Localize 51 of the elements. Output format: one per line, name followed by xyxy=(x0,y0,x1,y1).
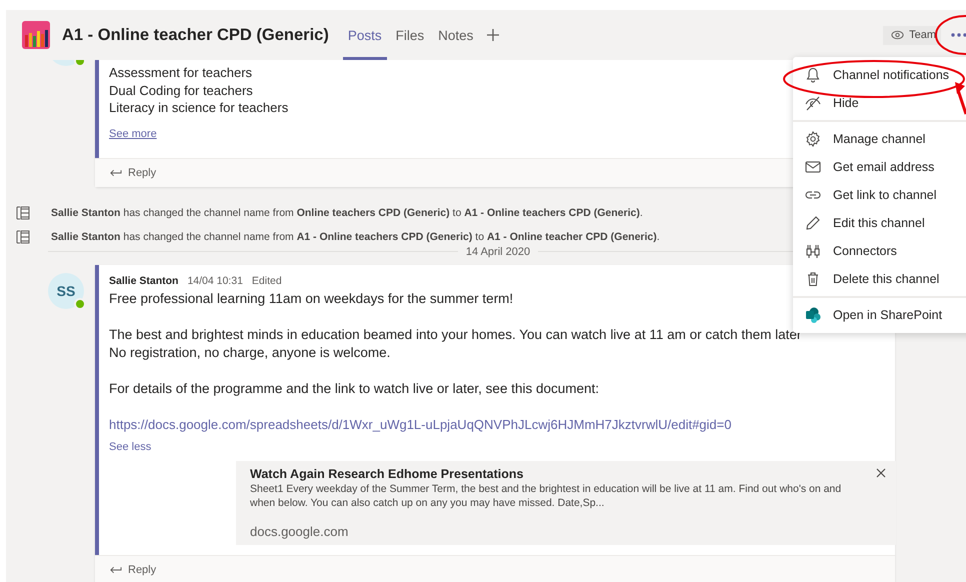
tab[interactable]: Files xyxy=(390,10,430,60)
preview-description: Sheet1 Every weekday of the Summer Term, the best and the brightest in education will be live at 11 am. Find out who's on and when below. You can also catch up on any you may have missed. Date,Sp... xyxy=(250,482,842,510)
reply-button[interactable]: Reply xyxy=(107,164,158,180)
system-message: Sallie Stanton has changed the channel name from A1 - Online teachers CPD (Generic) to A1 - Online teacher CPD (Generic). xyxy=(51,230,660,242)
see-less-link[interactable]: See less xyxy=(109,440,152,452)
sharepoint-icon xyxy=(805,307,821,323)
trash-icon xyxy=(805,271,821,287)
reply-arrow-icon xyxy=(109,168,122,178)
pencils-icon xyxy=(22,21,50,49)
link-preview-card[interactable] xyxy=(236,460,896,544)
message-line: Literacy in science for teachers xyxy=(109,99,288,116)
more-icon xyxy=(951,33,966,37)
eye-slash-icon xyxy=(805,95,821,111)
edited-label: Edited xyxy=(252,274,282,286)
menu-item[interactable]: Edit this channel xyxy=(793,209,966,237)
close-icon[interactable] xyxy=(876,468,886,478)
eye-icon xyxy=(891,30,904,40)
reply-arrow-icon xyxy=(109,564,122,574)
menu-item[interactable]: Get link to channel xyxy=(793,181,966,209)
bell-icon xyxy=(805,67,821,83)
preview-title: Watch Again Research Edhome Presentations xyxy=(250,466,524,482)
message-line: No registration, no charge, anyone is welcome. xyxy=(109,344,392,362)
menu-item[interactable]: Manage channel xyxy=(793,125,966,153)
date-divider: 14 April 2020 xyxy=(466,246,530,258)
author-name: Sallie Stanton xyxy=(109,274,178,286)
tab[interactable]: Notes xyxy=(433,10,478,60)
settings-icon xyxy=(805,131,821,147)
avatar: SS xyxy=(48,272,84,308)
menu-item[interactable]: Channel notifications xyxy=(793,61,966,89)
system-message: Sallie Stanton has changed the channel name from Online teachers CPD (Generic) to A1 - Online teachers CPD (Generic). xyxy=(51,206,643,218)
list-icon xyxy=(16,230,30,244)
menu-item[interactable]: Connectors xyxy=(793,237,966,265)
timestamp: 14/04 10:31 xyxy=(187,274,243,286)
list-icon xyxy=(16,206,30,220)
see-more-link[interactable]: See more xyxy=(109,128,157,140)
preview-domain: docs.google.com xyxy=(250,524,350,538)
envelope-icon xyxy=(805,159,821,175)
menu-item[interactable]: Hide xyxy=(793,89,966,117)
pencil-icon xyxy=(805,215,821,231)
message-line: Dual Coding for teachers xyxy=(109,82,253,99)
plug-icon xyxy=(805,243,821,259)
message-line: Free professional learning 11am on weekdays for the summer term! xyxy=(109,290,514,308)
message-line: For details of the programme and the link to watch live or later, see this document: xyxy=(109,380,600,398)
message-line: Assessment for teachers xyxy=(109,64,252,82)
menu-item[interactable]: Get email address xyxy=(793,153,966,181)
document-link[interactable]: https://docs.google.com/spreadsheets/d/1Wxr_uWg1L-uLpjaUqQNVPhJLcwj6HJMmH7JkztvrwlU/edit#gid=0 xyxy=(109,416,881,434)
annotation-arrow xyxy=(955,82,966,114)
menu-item[interactable]: Delete this channel xyxy=(793,265,966,293)
reply-button[interactable]: Reply xyxy=(107,562,158,578)
channel-title: A1 - Online teacher CPD (Generic) xyxy=(62,26,329,44)
plus-icon xyxy=(486,28,500,42)
